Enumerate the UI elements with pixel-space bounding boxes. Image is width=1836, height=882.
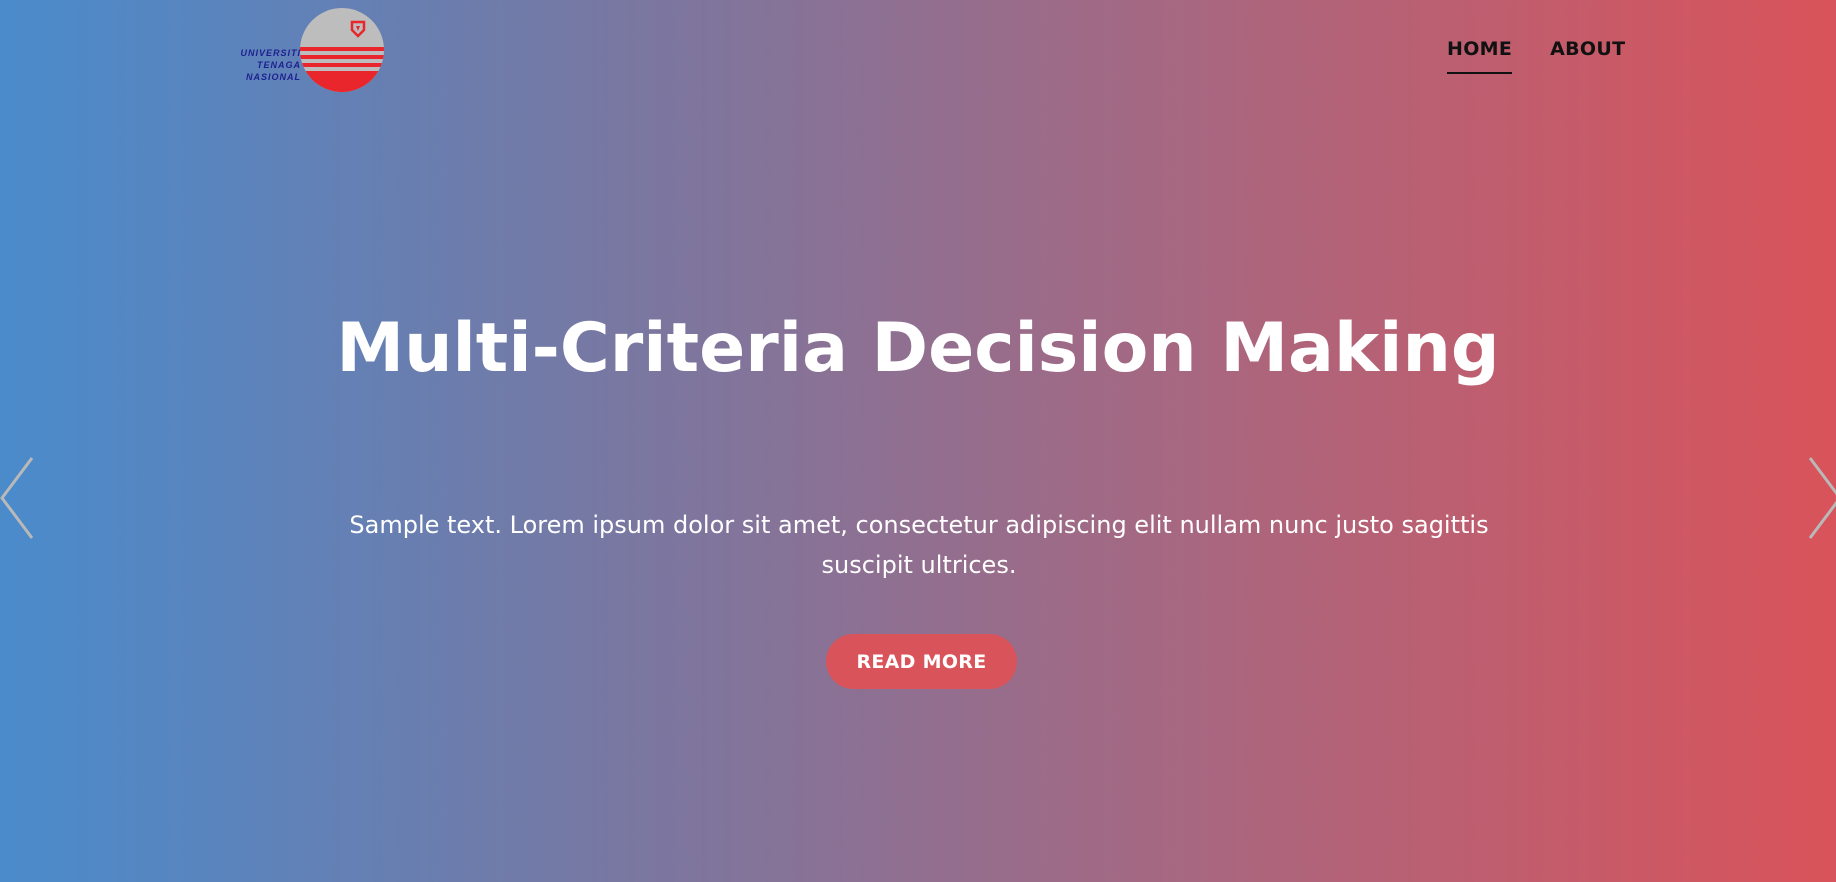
chevron-left-icon[interactable]: [0, 456, 36, 540]
hero-slider: Multi-Criteria Decision Making Sample te…: [0, 0, 1836, 882]
chevron-right-icon[interactable]: [1806, 456, 1836, 540]
hero-description: Sample text. Lorem ipsum dolor sit amet,…: [349, 511, 1489, 579]
hero-title: Multi-Criteria Decision Making: [336, 309, 1500, 388]
read-more-button[interactable]: READ MORE: [826, 634, 1017, 689]
